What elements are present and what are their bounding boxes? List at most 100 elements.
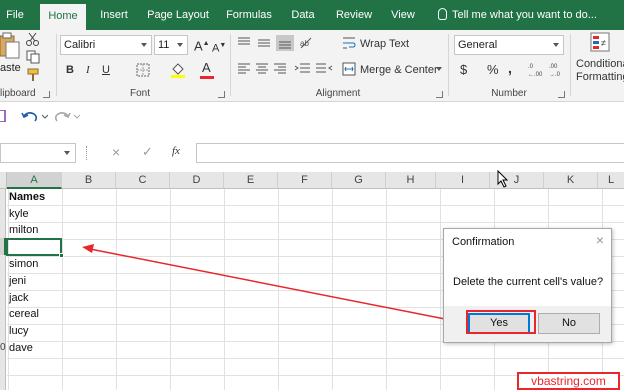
column-header-b[interactable]: B xyxy=(62,172,116,189)
font-name-dropdown[interactable]: Calibri xyxy=(60,35,152,55)
column-header-k[interactable]: K xyxy=(544,172,598,189)
conditional-formatting-icon[interactable]: ≠ xyxy=(590,32,612,54)
undo-icon[interactable] xyxy=(20,109,48,123)
chevron-down-icon xyxy=(553,43,559,47)
column-header-a[interactable]: A xyxy=(7,172,62,189)
font-name-value: Calibri xyxy=(64,39,96,51)
svg-text:→.0: →.0 xyxy=(549,72,561,77)
cell-a7[interactable]: jack xyxy=(9,290,29,307)
quick-access-toolbar xyxy=(0,102,624,132)
svg-text:.00: .00 xyxy=(549,64,558,70)
fill-handle[interactable] xyxy=(59,253,64,258)
tab-data[interactable]: Data xyxy=(286,0,320,30)
copy-icon[interactable] xyxy=(26,50,40,64)
font-launcher-icon[interactable] xyxy=(218,91,225,98)
column-header-l[interactable]: L xyxy=(598,172,624,189)
alignment-group-label: Alignment xyxy=(315,88,361,99)
formula-input[interactable] xyxy=(196,143,624,163)
tab-view[interactable]: View xyxy=(386,0,420,30)
cell-a9[interactable]: lucy xyxy=(9,323,29,340)
number-format-value: General xyxy=(458,39,498,51)
number-launcher-icon[interactable] xyxy=(558,91,565,98)
formula-buttons: × ✓ fx xyxy=(100,143,192,163)
cell-a1[interactable]: Names xyxy=(9,189,45,206)
font-color-button[interactable]: A xyxy=(202,60,211,76)
chevron-down-icon[interactable] xyxy=(436,67,442,71)
underline-button[interactable]: U xyxy=(102,62,110,78)
no-button[interactable]: No xyxy=(538,313,600,334)
chevron-down-icon xyxy=(141,43,147,47)
active-cell-a4[interactable] xyxy=(6,238,62,256)
row-header-strip[interactable] xyxy=(0,189,6,390)
horizontal-align-icons[interactable] xyxy=(236,62,292,76)
italic-button[interactable]: I xyxy=(86,62,90,78)
vertical-align-icons[interactable] xyxy=(236,35,296,51)
format-painter-icon[interactable] xyxy=(26,68,40,82)
orientation-icon[interactable]: ab xyxy=(298,35,320,51)
indent-icons[interactable] xyxy=(294,62,334,76)
redo-icon[interactable] xyxy=(54,109,82,123)
tell-me-text: Tell me what you want to do... xyxy=(452,9,597,21)
number-group-label: Number xyxy=(491,88,527,99)
enter-entry-icon[interactable]: ✓ xyxy=(142,144,153,160)
cut-icon[interactable] xyxy=(26,32,40,46)
cell-a8[interactable]: cereal xyxy=(9,306,39,323)
bold-button[interactable]: B xyxy=(66,62,74,78)
tab-file[interactable]: File xyxy=(0,0,30,30)
dialog-title: Confirmation xyxy=(452,236,515,248)
comma-style-button[interactable]: , xyxy=(508,60,512,76)
merge-center-icon xyxy=(342,62,356,76)
cell-a10[interactable]: dave xyxy=(9,340,33,357)
row-number: 0 xyxy=(0,342,6,353)
chevron-down-icon[interactable] xyxy=(64,151,70,155)
column-header-e[interactable]: E xyxy=(224,172,278,189)
tab-page-layout[interactable]: Page Layout xyxy=(144,0,212,30)
percent-button[interactable]: % xyxy=(487,62,499,78)
paste-icon[interactable] xyxy=(0,32,20,60)
wrap-text-icon xyxy=(343,37,356,49)
column-header-i[interactable]: I xyxy=(436,172,490,189)
tab-formulas[interactable]: Formulas xyxy=(222,0,276,30)
tab-insert[interactable]: Insert xyxy=(92,0,136,30)
grow-font-button[interactable]: A▲ xyxy=(194,36,210,54)
cell-a3[interactable]: milton xyxy=(9,222,38,239)
merge-center-button[interactable]: Merge & Center xyxy=(360,62,438,78)
column-header-c[interactable]: C xyxy=(116,172,170,189)
column-header-g[interactable]: G xyxy=(332,172,386,189)
name-box[interactable] xyxy=(0,143,76,163)
close-icon[interactable]: × xyxy=(596,232,604,248)
shrink-font-button[interactable]: A▼ xyxy=(212,38,226,57)
chevron-down-icon xyxy=(177,43,183,47)
grid-line xyxy=(62,189,63,390)
select-all-corner[interactable] xyxy=(0,172,7,189)
decimal-icons[interactable]: .0 ←.00 .00 →.0 xyxy=(528,61,568,77)
name-box-splitter[interactable] xyxy=(86,146,88,160)
alignment-launcher-icon[interactable] xyxy=(436,91,443,98)
font-color-swatch xyxy=(200,76,214,79)
cancel-entry-icon[interactable]: × xyxy=(112,144,120,160)
tell-me-search[interactable]: Tell me what you want to do... xyxy=(438,0,597,30)
font-size-dropdown[interactable]: 11 xyxy=(154,35,188,55)
group-separator xyxy=(56,34,57,96)
tab-review[interactable]: Review xyxy=(332,0,376,30)
paste-label[interactable]: aste xyxy=(0,62,21,74)
column-header-d[interactable]: D xyxy=(170,172,224,189)
borders-icon[interactable] xyxy=(136,63,150,77)
clipboard-launcher-icon[interactable] xyxy=(43,91,50,98)
number-format-dropdown[interactable]: General xyxy=(454,35,564,55)
cell-a5[interactable]: simon xyxy=(9,256,38,273)
fill-color-icon[interactable] xyxy=(170,61,186,79)
column-header-h[interactable]: H xyxy=(386,172,436,189)
currency-button[interactable]: $ xyxy=(460,62,467,78)
mouse-cursor-icon xyxy=(497,170,509,188)
tab-home[interactable]: Home xyxy=(40,4,86,30)
font-group-label: Font xyxy=(129,88,150,99)
save-icon[interactable] xyxy=(0,110,6,122)
conditional-formatting-button[interactable]: Conditional Formatting xyxy=(576,58,624,84)
wrap-text-button[interactable]: Wrap Text xyxy=(360,36,409,52)
insert-function-button[interactable]: fx xyxy=(172,145,180,157)
cell-a2[interactable]: kyle xyxy=(9,206,29,223)
cell-a6[interactable]: jeni xyxy=(9,273,26,290)
column-header-f[interactable]: F xyxy=(278,172,332,189)
svg-text:≠: ≠ xyxy=(601,38,606,48)
